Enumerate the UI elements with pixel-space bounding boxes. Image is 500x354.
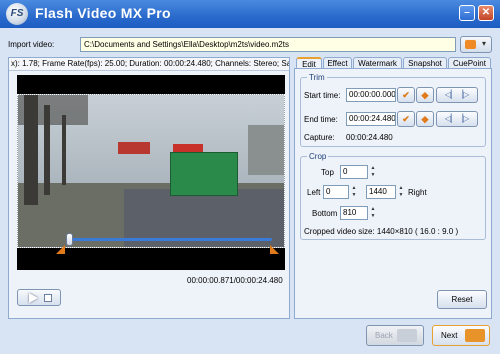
next-button[interactable]: Next bbox=[432, 325, 490, 346]
crop-bottom-field[interactable]: 810 bbox=[340, 206, 368, 220]
mark-in-marker[interactable] bbox=[56, 245, 65, 254]
capture-label: Capture: bbox=[304, 133, 335, 142]
crop-title: Crop bbox=[307, 152, 329, 161]
back-arrow-icon bbox=[397, 329, 417, 342]
video-frame bbox=[17, 94, 285, 248]
crop-bottom-label: Bottom bbox=[312, 209, 338, 218]
folder-icon bbox=[465, 40, 476, 49]
start-step-buttons[interactable]: ◁▏▕▷ bbox=[436, 87, 478, 103]
back-button[interactable]: Back bbox=[366, 325, 424, 346]
import-video-label: Import video: bbox=[8, 40, 55, 49]
reset-button[interactable]: Reset bbox=[437, 290, 487, 309]
goto-end-icon[interactable]: ◆ bbox=[416, 111, 434, 127]
goto-start-icon[interactable]: ◆ bbox=[416, 87, 434, 103]
crop-right-label: Right bbox=[408, 188, 427, 197]
playback-time: 00:00:00.871/00:00:24.480 bbox=[187, 276, 283, 285]
capture-value: 00:00:24.480 bbox=[346, 133, 393, 142]
browse-button[interactable]: ▾ bbox=[460, 36, 492, 53]
set-start-check-icon[interactable]: ✔ bbox=[397, 87, 415, 103]
play-stop-control[interactable] bbox=[17, 289, 61, 306]
title-bar: FS Flash Video MX Pro – ✕ bbox=[0, 0, 500, 28]
play-icon[interactable] bbox=[29, 293, 38, 303]
trim-title: Trim bbox=[307, 73, 327, 82]
set-end-check-icon[interactable]: ✔ bbox=[397, 111, 415, 127]
crop-right-spinner[interactable]: ▲ ▼ bbox=[397, 185, 405, 199]
next-arrow-icon bbox=[465, 329, 485, 342]
crop-right-field[interactable]: 1440 bbox=[366, 185, 396, 199]
end-time-field[interactable]: 00:00:24.480 bbox=[346, 112, 396, 126]
stop-icon[interactable] bbox=[44, 294, 52, 302]
crop-top-label: Top bbox=[321, 168, 334, 177]
start-time-field[interactable]: 00:00:00.000 bbox=[346, 88, 396, 102]
mark-out-marker[interactable] bbox=[270, 245, 279, 254]
crop-bottom-spinner[interactable]: ▲ ▼ bbox=[369, 206, 377, 220]
minimize-button[interactable]: – bbox=[459, 5, 475, 21]
back-label: Back bbox=[375, 331, 393, 340]
window-title: Flash Video MX Pro bbox=[35, 5, 171, 21]
end-time-label: End time: bbox=[304, 115, 338, 124]
chevron-down-icon: ▾ bbox=[482, 39, 487, 48]
start-time-label: Start time: bbox=[304, 91, 341, 100]
crop-top-field[interactable]: 0 bbox=[340, 165, 368, 179]
preview-panel: x): 1.78; Frame Rate(fps): 25.00; Durati… bbox=[8, 57, 290, 319]
close-button[interactable]: ✕ bbox=[478, 5, 494, 21]
next-label: Next bbox=[441, 331, 458, 340]
app-logo: FS bbox=[6, 3, 28, 25]
crop-left-spinner[interactable]: ▲ ▼ bbox=[350, 185, 358, 199]
crop-left-field[interactable]: 0 bbox=[323, 185, 349, 199]
video-info-bar: x): 1.78; Frame Rate(fps): 25.00; Durati… bbox=[9, 58, 289, 71]
seek-thumb[interactable] bbox=[66, 233, 73, 246]
end-step-buttons[interactable]: ◁▏▕▷ bbox=[436, 111, 478, 127]
import-path-field[interactable]: C:\Documents and Settings\Ella\Desktop\m… bbox=[80, 37, 456, 52]
crop-left-label: Left bbox=[307, 188, 321, 197]
seek-track[interactable] bbox=[68, 238, 272, 241]
crop-top-spinner[interactable]: ▲ ▼ bbox=[369, 165, 377, 179]
cropped-size-text: Cropped video size: 1440×810 ( 16.0 : 9.… bbox=[304, 227, 459, 236]
